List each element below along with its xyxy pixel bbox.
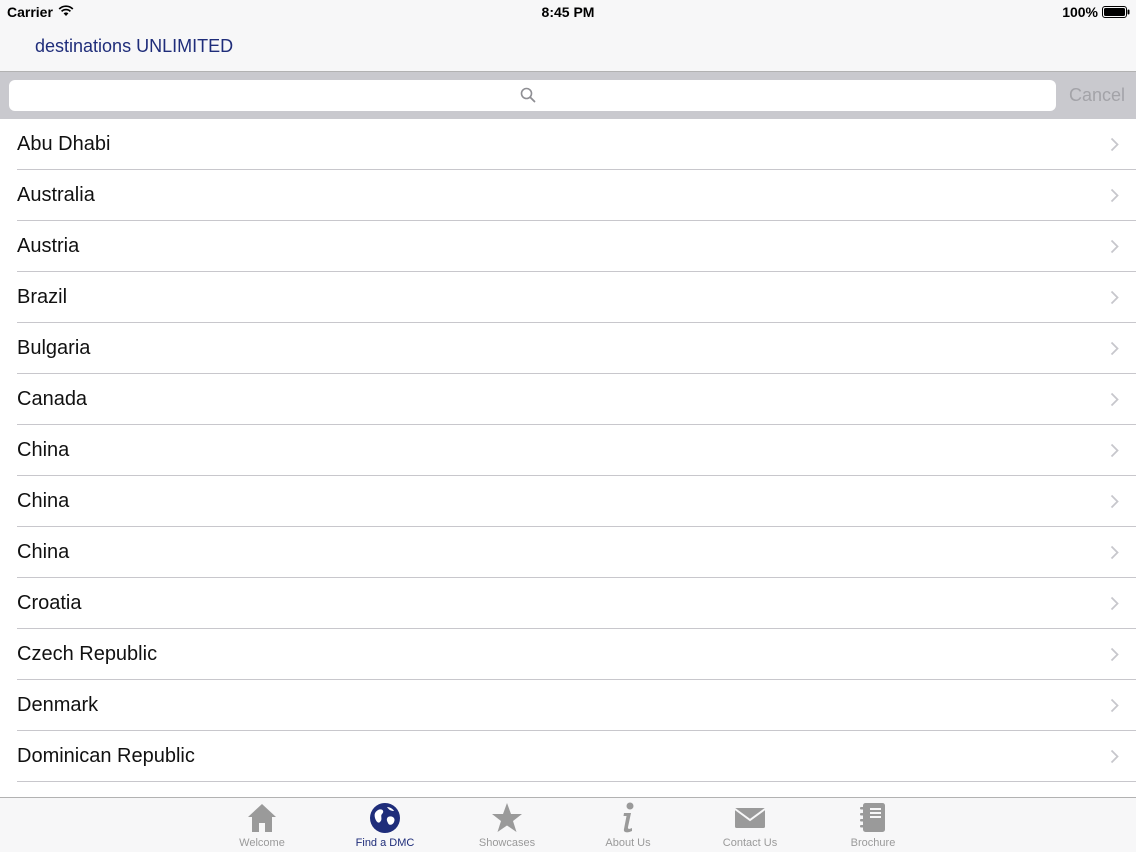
search-bar — [0, 72, 1136, 119]
chevron-right-icon — [1110, 698, 1119, 713]
chevron-right-icon — [1110, 647, 1119, 662]
list-item[interactable]: Czech Republic — [0, 629, 1136, 680]
tab-showcases[interactable]: Showcases — [457, 798, 557, 852]
screen: Carrier 8:45 PM 100% destinations UNLIMI… — [0, 0, 1136, 852]
list-item-label: Denmark — [17, 694, 99, 716]
tab-find-a-dmc[interactable]: Find a DMC — [335, 798, 435, 852]
chevron-right-icon — [1110, 443, 1119, 458]
list-item-label: Canada — [17, 388, 88, 410]
app-title: destinations UNLIMITED — [35, 36, 234, 56]
chevron-right-icon — [1110, 137, 1119, 152]
chevron-right-icon — [1110, 392, 1119, 407]
chevron-right-icon — [1110, 239, 1119, 254]
list-item[interactable]: Brazil — [0, 272, 1136, 323]
list-item-label: China — [17, 439, 70, 461]
navigation-bar: destinations UNLIMITED — [0, 24, 1136, 72]
envelope-icon — [734, 808, 766, 828]
list-item[interactable]: China — [0, 425, 1136, 476]
tab-label: About Us — [605, 837, 651, 849]
chevron-right-icon — [1110, 494, 1119, 509]
list-item-label: Austria — [17, 235, 80, 257]
list-item-label: Dominican Republic — [17, 745, 195, 767]
list-item-label: Czech Republic — [17, 643, 158, 665]
battery-percentage: 100% — [1062, 4, 1098, 20]
tab-about-us[interactable]: About Us — [578, 798, 678, 852]
list-item-label: Brazil — [17, 286, 68, 308]
star-icon — [492, 803, 522, 832]
brochure-icon — [860, 803, 885, 832]
list-item[interactable]: Denmark — [0, 680, 1136, 731]
list-item-label: China — [17, 490, 70, 512]
tab-label: Find a DMC — [355, 837, 415, 849]
list-item[interactable]: Austria — [0, 221, 1136, 272]
status-bar: Carrier 8:45 PM 100% — [0, 0, 1136, 24]
chevron-right-icon — [1110, 749, 1119, 764]
tab-label: Showcases — [478, 837, 536, 849]
search-input[interactable] — [9, 80, 1056, 111]
chevron-right-icon — [1110, 188, 1119, 203]
list-item-label: Australia — [17, 184, 95, 206]
chevron-right-icon — [1110, 596, 1119, 611]
destination-list: Abu Dhabi Australia Austria Brazil Bulgaria C… — [0, 119, 1136, 797]
tab-label: Welcome — [239, 837, 285, 849]
list-item-label: China — [17, 541, 70, 563]
chevron-right-icon — [1110, 290, 1119, 305]
status-time: 8:45 PM — [541, 4, 595, 20]
tab-bar: Welcome Find a DMC Showcases About Us Contac… — [0, 797, 1136, 852]
list-item[interactable]: Dominican Republic — [0, 731, 1136, 782]
tab-welcome[interactable]: Welcome — [212, 798, 312, 852]
cancel-button[interactable]: Cancel — [1062, 82, 1132, 108]
tab-contact-us[interactable]: Contact Us — [700, 798, 800, 852]
tab-brochure[interactable]: Brochure — [823, 798, 923, 852]
list-item[interactable]: Bulgaria — [0, 323, 1136, 374]
list-item[interactable]: Australia — [0, 170, 1136, 221]
globe-icon — [370, 803, 400, 833]
battery-icon — [1102, 6, 1130, 18]
chevron-right-icon — [1110, 341, 1119, 356]
home-icon — [248, 804, 276, 832]
list-item-label: Abu Dhabi — [17, 133, 111, 155]
list-item[interactable]: Croatia — [0, 578, 1136, 629]
list-item[interactable]: China — [0, 527, 1136, 578]
tab-label: Contact Us — [722, 837, 778, 849]
list-item-label: Bulgaria — [17, 337, 91, 359]
list-item-label: Croatia — [17, 592, 82, 614]
chevron-right-icon — [1110, 545, 1119, 560]
list-item[interactable]: Canada — [0, 374, 1136, 425]
info-icon — [623, 802, 634, 833]
tab-label: Brochure — [850, 837, 896, 849]
list-item[interactable]: Abu Dhabi — [0, 119, 1136, 170]
list-item[interactable]: China — [0, 476, 1136, 527]
